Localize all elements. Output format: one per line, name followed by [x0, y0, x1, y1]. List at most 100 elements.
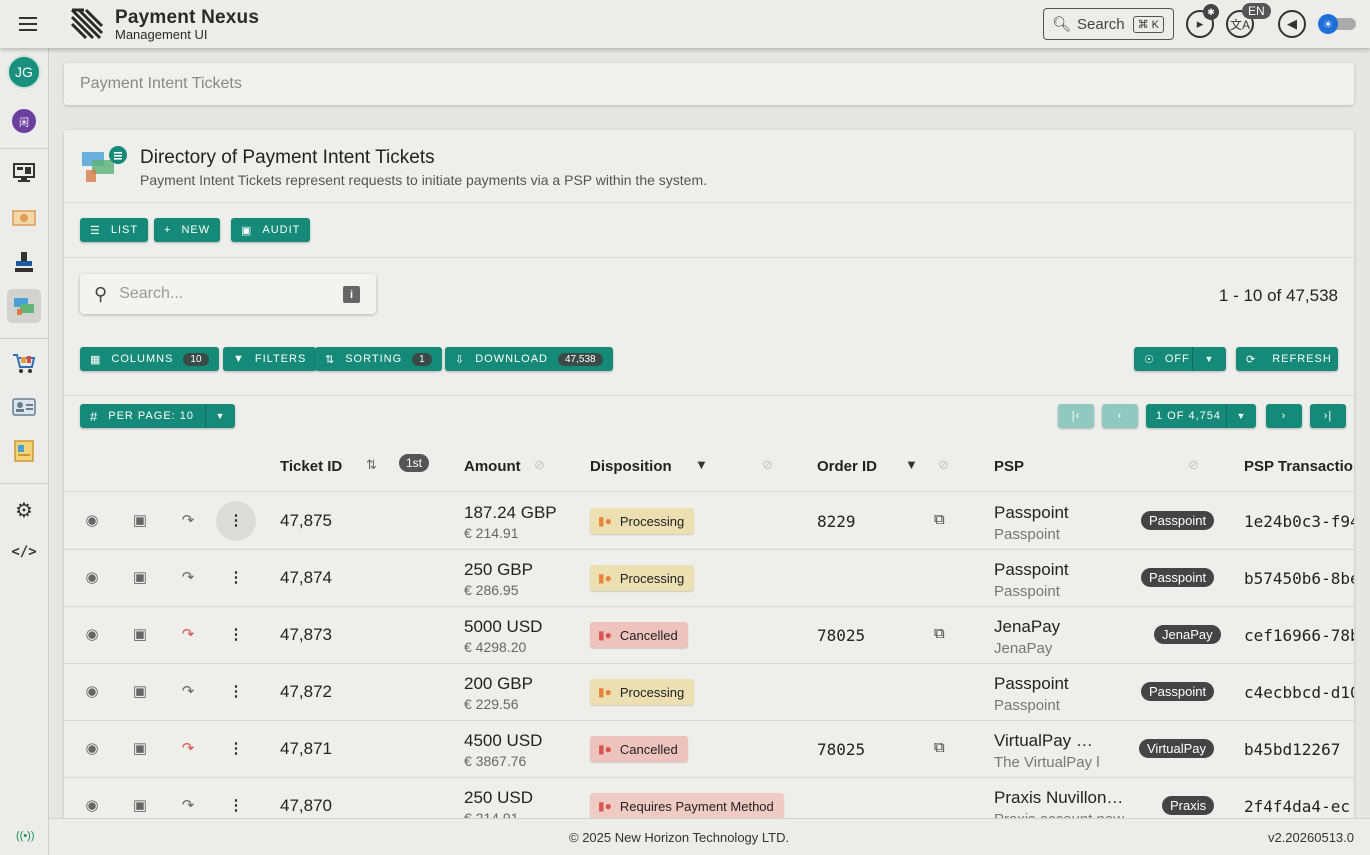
- theme-toggle[interactable]: ☀: [1318, 14, 1356, 34]
- audit-scan-icon[interactable]: ▣: [130, 682, 150, 700]
- audit-scan-icon[interactable]: ▣: [130, 568, 150, 586]
- col-ticket-id[interactable]: Ticket ID: [280, 458, 342, 475]
- copy-icon[interactable]: ⧉: [934, 625, 945, 642]
- order-id[interactable]: 78025: [817, 626, 865, 645]
- more-actions-icon[interactable]: ⋮: [226, 796, 246, 814]
- view-eye-icon[interactable]: ◉: [82, 796, 102, 814]
- first-page-button[interactable]: |‹: [1058, 404, 1094, 428]
- refresh-button[interactable]: ⟳ REFRESH: [1236, 347, 1338, 371]
- psp-transaction-id: cef16966-78b: [1244, 626, 1354, 645]
- payment-intents-icon: [82, 146, 127, 182]
- view-eye-icon[interactable]: ◉: [82, 682, 102, 700]
- order-id[interactable]: 8229: [817, 512, 856, 531]
- chevron-down-icon[interactable]: ▼: [1192, 347, 1226, 371]
- sidebar-item-developer[interactable]: </>: [7, 535, 41, 569]
- sidebar-item-terminal[interactable]: [7, 245, 41, 279]
- first-page-icon: |‹: [1071, 410, 1081, 422]
- hide-column-icon[interactable]: ⊘: [1188, 457, 1199, 473]
- sidebar-item-dashboard[interactable]: [7, 156, 41, 190]
- retry-arrow-icon[interactable]: ↷: [178, 796, 198, 814]
- more-actions-icon[interactable]: ⋮: [216, 501, 256, 541]
- last-page-button[interactable]: ›|: [1310, 404, 1346, 428]
- table-row[interactable]: ◉ ▣ ↷ ⋮ 47,875 187.24 GBP € 214.91 ▮● Processing…: [64, 493, 1354, 550]
- table-row[interactable]: ◉ ▣ ↷ ⋮ 47,872 200 GBP € 229.56 ▮● Processing Pas…: [64, 664, 1354, 721]
- sound-button[interactable]: ◀: [1278, 10, 1306, 38]
- filters-button[interactable]: ▼ FILTERS: [223, 347, 317, 371]
- search-info-icon[interactable]: i: [343, 286, 360, 303]
- sort-asc-icon[interactable]: ⇅: [366, 457, 377, 473]
- copy-icon[interactable]: ⧉: [934, 739, 945, 756]
- prev-page-button[interactable]: ‹: [1102, 404, 1138, 428]
- psp-transaction-id: b57450b6-8be: [1244, 569, 1354, 588]
- per-page-button[interactable]: # PER PAGE: 10 ▼: [80, 404, 235, 428]
- sorting-button[interactable]: ⇅ SORTING 1: [315, 347, 442, 371]
- megaphone-icon: ▸: [1196, 16, 1204, 31]
- view-eye-icon[interactable]: ◉: [82, 511, 102, 529]
- tenant-avatar[interactable]: 闲: [12, 109, 36, 133]
- chevron-down-icon[interactable]: ▼: [905, 457, 918, 472]
- retry-arrow-icon[interactable]: ↷: [178, 625, 198, 643]
- view-eye-icon[interactable]: ◉: [82, 568, 102, 586]
- user-avatar[interactable]: JG: [7, 55, 41, 89]
- filters-label: FILTERS: [254, 353, 307, 365]
- global-search-button[interactable]: 🔍︎ Search ⌘ K: [1043, 8, 1174, 40]
- retry-arrow-icon[interactable]: ↷: [178, 511, 198, 529]
- more-actions-icon[interactable]: ⋮: [226, 625, 246, 643]
- per-page-label: PER PAGE: 10: [108, 410, 195, 422]
- chevron-down-icon[interactable]: ▼: [695, 457, 708, 472]
- table-row[interactable]: ◉ ▣ ↷ ⋮ 47,873 5000 USD € 4298.20 ▮● Cancelled 78…: [64, 607, 1354, 664]
- search-icon: 🔍︎: [1052, 16, 1072, 33]
- audit-scan-icon[interactable]: ▣: [130, 796, 150, 814]
- plus-icon: +: [164, 224, 172, 236]
- auto-refresh-button[interactable]: ☉ OFF ▼: [1134, 347, 1226, 371]
- psp-account: Passpoint: [994, 697, 1060, 714]
- col-psp[interactable]: PSP: [994, 458, 1024, 475]
- app-logo: [70, 8, 104, 40]
- connection-status-icon: ((•)): [16, 830, 35, 842]
- columns-button[interactable]: ▦ COLUMNS 10: [80, 347, 219, 371]
- ticket-search-input[interactable]: [119, 285, 330, 303]
- table-row[interactable]: ◉ ▣ ↷ ⋮ 47,871 4500 USD € 3867.76 ▮● Cancelled 78…: [64, 721, 1354, 778]
- sidebar-item-payment-intents[interactable]: [7, 289, 41, 323]
- chevron-down-icon[interactable]: ▼: [1226, 404, 1256, 428]
- hide-column-icon[interactable]: ⊘: [938, 457, 949, 473]
- chevron-down-icon[interactable]: ▼: [205, 404, 235, 428]
- audit-scan-icon[interactable]: ▣: [130, 511, 150, 529]
- disposition-label: Cancelled: [619, 627, 678, 643]
- copy-icon[interactable]: ⧉: [934, 511, 945, 528]
- col-order-id[interactable]: Order ID: [817, 458, 877, 475]
- col-amount[interactable]: Amount: [464, 458, 521, 475]
- retry-arrow-icon[interactable]: ↷: [178, 568, 198, 586]
- download-icon: ⇩: [455, 353, 466, 366]
- new-button[interactable]: + NEW: [154, 218, 221, 242]
- download-button[interactable]: ⇩ DOWNLOAD 47,538: [445, 347, 613, 371]
- list-button[interactable]: ☰ LIST: [80, 218, 149, 242]
- audit-scan-icon[interactable]: ▣: [130, 625, 150, 643]
- hide-column-icon[interactable]: ⊘: [762, 457, 773, 473]
- audit-scan-icon[interactable]: ▣: [130, 739, 150, 757]
- page-select-button[interactable]: 1 OF 4,754 ▼: [1146, 404, 1256, 428]
- more-actions-icon[interactable]: ⋮: [226, 682, 246, 700]
- next-page-button[interactable]: ›: [1266, 404, 1302, 428]
- sidebar-item-settings[interactable]: ⚙: [7, 493, 41, 527]
- menu-icon[interactable]: [14, 12, 42, 36]
- table-row[interactable]: ◉ ▣ ↷ ⋮ 47,874 250 GBP € 286.95 ▮● Processing Pas…: [64, 550, 1354, 607]
- order-id[interactable]: 78025: [817, 740, 865, 759]
- psp-chip: Passpoint: [1141, 511, 1215, 530]
- retry-arrow-icon[interactable]: ↷: [178, 739, 198, 757]
- col-psp-transaction[interactable]: PSP Transaction: [1244, 458, 1354, 475]
- hide-column-icon[interactable]: ⊘: [534, 457, 545, 473]
- retry-arrow-icon[interactable]: ↷: [178, 682, 198, 700]
- auto-refresh-icon: ☉: [1144, 353, 1155, 366]
- more-actions-icon[interactable]: ⋮: [226, 568, 246, 586]
- sidebar-item-customers[interactable]: [7, 390, 41, 424]
- more-actions-icon[interactable]: ⋮: [226, 739, 246, 757]
- sidebar-item-payments-overview[interactable]: [7, 201, 41, 235]
- sidebar-item-orders[interactable]: [7, 346, 41, 380]
- view-eye-icon[interactable]: ◉: [82, 739, 102, 757]
- audit-button[interactable]: ▣ AUDIT: [231, 218, 311, 242]
- view-eye-icon[interactable]: ◉: [82, 625, 102, 643]
- sidebar-item-reports[interactable]: [7, 434, 41, 468]
- banknote-icon: [12, 210, 36, 226]
- col-disposition[interactable]: Disposition: [590, 458, 672, 475]
